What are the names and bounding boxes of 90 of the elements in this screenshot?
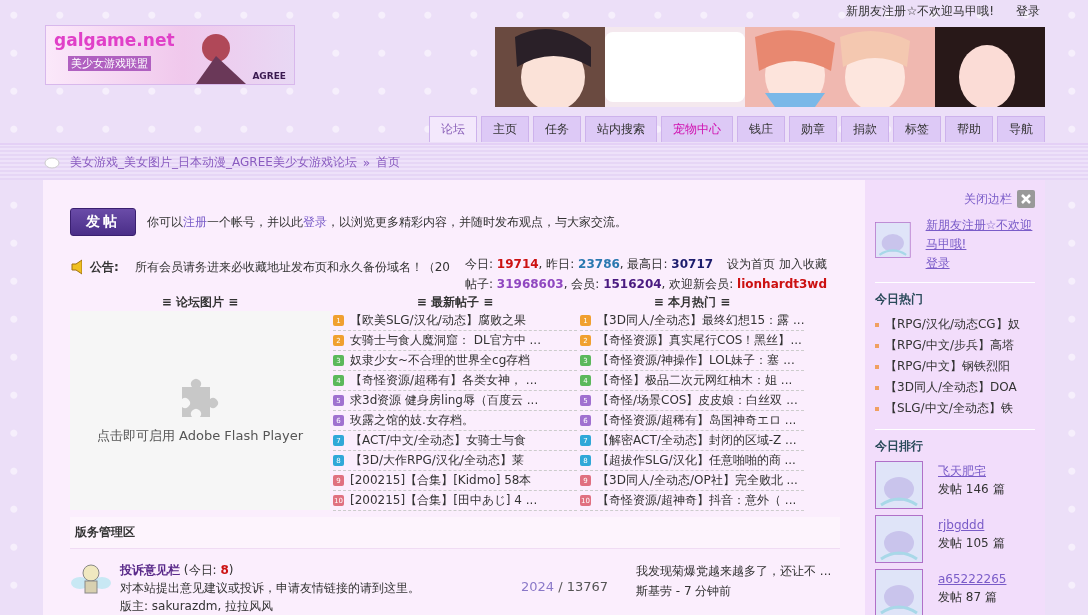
avatar[interactable] — [875, 569, 923, 615]
thread-link[interactable]: 【解密ACT/全动态】封闭的区域-Z ... — [597, 432, 797, 450]
moderator-list: 版主: sakurazdm, 拉拉风风 — [120, 597, 505, 615]
thread-link[interactable]: 【奇怪】极品二次元网红柚木：姐 ... — [597, 372, 793, 390]
thread-link[interactable]: 【奇怪资源】真实尾行COS！黑丝】... — [597, 332, 802, 350]
section-header: 版务管理区 — [70, 517, 840, 549]
nav-tab[interactable]: 捐款 — [841, 116, 889, 142]
column-heading: ≡ 本月热门 ≡ — [652, 294, 732, 312]
thread-link[interactable]: 【SLG/中文/全动态】铁 — [885, 400, 1013, 417]
avatar[interactable] — [875, 461, 923, 509]
bullet-icon — [875, 406, 879, 411]
close-sidebar-link[interactable]: 关闭边栏 — [964, 190, 1012, 208]
thread-link[interactable]: 奴隶少女~不合理的世界全cg存档 — [350, 352, 531, 370]
breadcrumb-link[interactable]: 美女游戏_美女图片_日本动漫_AGREE美少女游戏论坛 — [70, 154, 357, 171]
thread-link[interactable]: 玫露之馆的妓.女存档。 — [350, 412, 474, 430]
forum-icon — [70, 561, 112, 595]
thread-link[interactable]: [200215]【合集】[Kidmo] 58本 — [350, 472, 532, 490]
thread-link[interactable]: 求3d资源 健身房ling辱（百度云 ... — [350, 392, 539, 410]
register-link[interactable]: 新朋友注册☆不欢迎马甲哦! — [925, 216, 1035, 254]
bullet-icon — [875, 343, 879, 348]
stats-text: 帖子: 31968603, 会员: 1516204, 欢迎新会员: lionhardt3wd — [465, 276, 828, 293]
post-count: 发帖 87 篇 — [938, 589, 998, 606]
sidebar-heading: 今日热门 — [875, 291, 924, 308]
breadcrumb-separator: » — [362, 155, 371, 170]
last-post-meta: 斯基劳 - 7 分钟前 — [636, 583, 733, 600]
user-link[interactable]: 飞天肥宅 — [938, 464, 986, 478]
thread-link[interactable]: 【奇怪资源/超神奇】抖音：意外（ ... — [597, 492, 797, 510]
user-link[interactable]: a65222265 — [938, 572, 1007, 586]
nav-tab[interactable]: 导航 — [997, 116, 1045, 142]
notice-text: 所有会员请务进来必收藏地址发布页和永久备份域名！（20 — [134, 258, 450, 276]
plugin-message: 点击即可启用 Adobe Flash Player — [96, 426, 303, 445]
nav-tab[interactable]: 帮助 — [945, 116, 993, 142]
thread-link[interactable]: 【欧美SLG/汉化/动态】腐败之果 — [350, 312, 526, 330]
login-link[interactable]: 登录 — [303, 214, 327, 229]
register-link[interactable]: 注册 — [183, 214, 207, 229]
column-heading: ≡ 论坛图片 ≡ — [160, 294, 240, 312]
nav-tab[interactable]: 主页 — [481, 116, 529, 142]
speaker-icon — [70, 258, 82, 276]
post-count: 发帖 146 篇 — [938, 481, 1005, 498]
thread-link[interactable]: 【RPG/中文/步兵】高塔 — [885, 337, 1014, 354]
thread-link[interactable]: 【奇怪/场景COS】皮皮娘：白丝双 ... — [597, 392, 798, 410]
thread-link[interactable]: 【RPG/中文】钢铁烈阳 — [885, 358, 1010, 375]
forum-link[interactable]: 投诉意见栏 — [120, 563, 180, 577]
nav-tab[interactable]: 勋章 — [789, 116, 837, 142]
bullet-icon — [875, 364, 879, 369]
last-post-link[interactable]: 我发现菊爆党越来越多了，还让不 ... — [636, 561, 832, 581]
nav-tab[interactable]: 钱庄 — [737, 116, 785, 142]
column-heading: ≡ 最新帖子 ≡ — [415, 294, 495, 312]
bookmark-link[interactable]: 加入收藏 — [779, 254, 828, 274]
logo-tagline: 美少女游戏联盟 — [68, 56, 151, 71]
thread-link[interactable]: 【超拔作SLG/汉化】任意啪啪的商 ... — [597, 452, 796, 470]
register-link[interactable]: 新朋友注册☆不欢迎马甲哦! — [846, 2, 994, 20]
thread-link[interactable]: 【3D同人/全动态】DOA — [885, 379, 1017, 396]
sidebar-heading: 今日排行 — [875, 438, 924, 455]
thread-link[interactable]: 女骑士与食人魔洞窟： DL官方中 ... — [350, 332, 541, 350]
nav-tab[interactable]: 任务 — [533, 116, 581, 142]
logo-text: galgame.net — [54, 30, 175, 50]
thread-link[interactable]: 【奇怪资源/神操作】LOL妹子：塞 ... — [597, 352, 795, 370]
avatar[interactable] — [875, 515, 923, 563]
intro-text: 你可以注册一个帐号，并以此登录，以浏览更多精彩内容，并随时发布观点，与大家交流。 — [147, 213, 627, 231]
breadcrumb-current: 首页 — [376, 154, 401, 171]
plugin-placeholder[interactable]: 点击即可启用 Adobe Flash Player — [70, 311, 330, 511]
thread-link[interactable]: 【奇怪资源/超稀有】岛国神奇エロ ... — [597, 412, 797, 430]
post-count: 发帖 105 篇 — [938, 535, 1005, 552]
post-count: 2024 / 13767 — [519, 578, 608, 596]
login-link[interactable]: 登录 — [925, 254, 1035, 273]
thread-link[interactable]: 【RPG/汉化/动态CG】奴 — [885, 316, 1020, 333]
notice-label: 公告: — [89, 258, 119, 276]
nav-tab[interactable]: 标签 — [893, 116, 941, 142]
bookmark-link[interactable]: 设为首页 — [727, 254, 776, 274]
logo-label: AGREE — [252, 71, 286, 81]
user-link[interactable]: rjbgddd — [938, 518, 985, 532]
thread-link[interactable]: 【3D同人/全动态/OP社】完全败北 ... — [597, 472, 798, 490]
thread-link[interactable]: 【3D/大作RPG/汉化/全动态】莱 — [350, 452, 524, 470]
login-link[interactable]: 登录 — [1016, 2, 1040, 20]
forum-description: 对本站提出意见建议或投诉，申请友情链接的请到这里。 — [120, 580, 421, 597]
stats-text: 今日: 19714, 昨日: 23786, 最高日: 30717 — [465, 256, 714, 273]
today-count: (今日: 8) — [183, 563, 234, 577]
thread-link[interactable]: [200215]【合集】[田中あじ] 4 ... — [350, 492, 538, 510]
post-button[interactable]: 发帖 — [70, 208, 136, 236]
nav-tab[interactable]: 论坛 — [429, 116, 477, 142]
bullet-icon — [875, 385, 879, 390]
thread-link[interactable]: 【ACT/中文/全动态】女骑士与食 — [350, 432, 526, 450]
site-logo[interactable]: galgame.net 美少女游戏联盟 AGREE — [45, 25, 295, 85]
thread-link[interactable]: 【奇怪资源/超稀有】各类女神， ... — [350, 372, 538, 390]
close-icon[interactable] — [1017, 190, 1035, 208]
nav-tab[interactable]: 站内搜索 — [585, 116, 657, 142]
bullet-icon — [875, 322, 879, 327]
thread-link[interactable]: 【3D同人/全动态】最终幻想15：露 ... — [597, 312, 805, 330]
logo-drawing — [196, 34, 246, 84]
